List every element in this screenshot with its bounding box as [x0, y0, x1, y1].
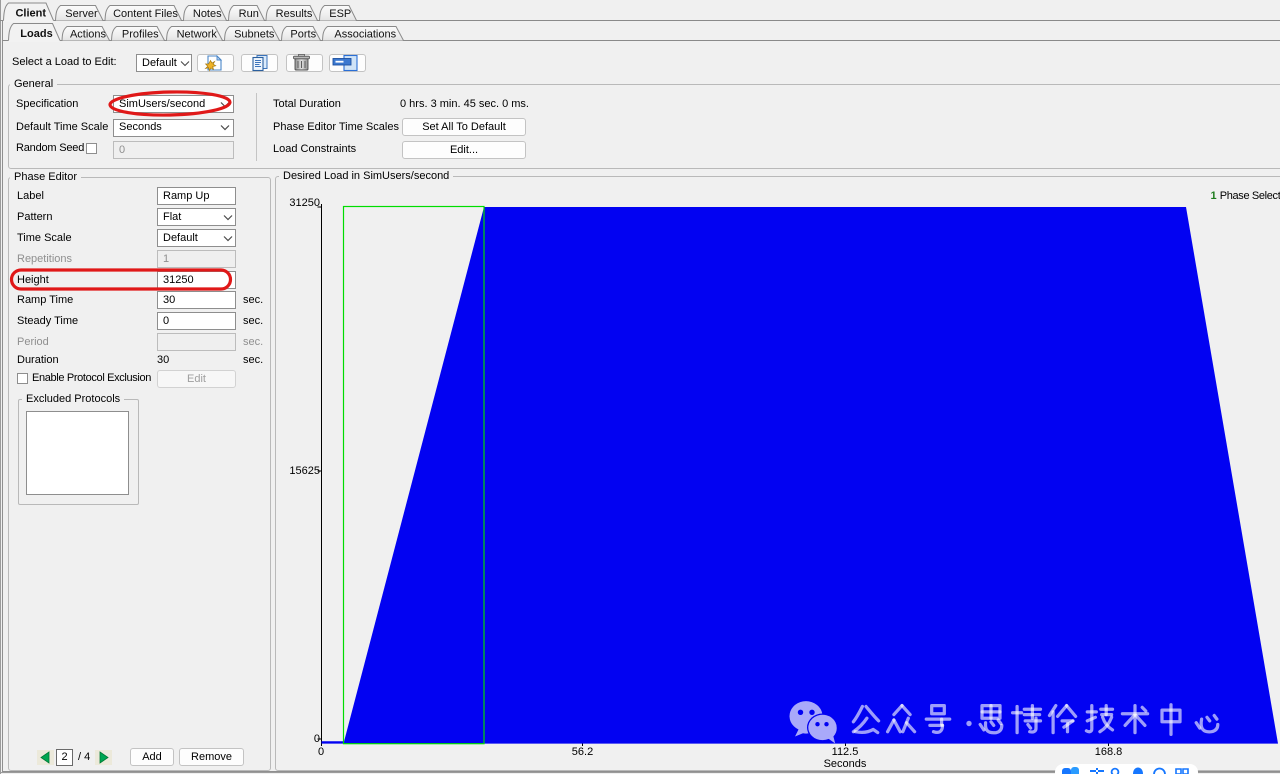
- svg-text:1Phase Selected: 1Phase Selected: [1211, 190, 1280, 202]
- svg-text:0: 0: [318, 746, 324, 758]
- svg-text:56.2: 56.2: [572, 746, 593, 758]
- svg-text:0: 0: [314, 733, 320, 745]
- svg-text:31250: 31250: [289, 197, 320, 209]
- svg-text:15625: 15625: [289, 465, 320, 477]
- svg-text:Seconds: Seconds: [824, 758, 867, 770]
- svg-text:168.8: 168.8: [1095, 746, 1123, 758]
- svg-text:112.5: 112.5: [832, 746, 859, 758]
